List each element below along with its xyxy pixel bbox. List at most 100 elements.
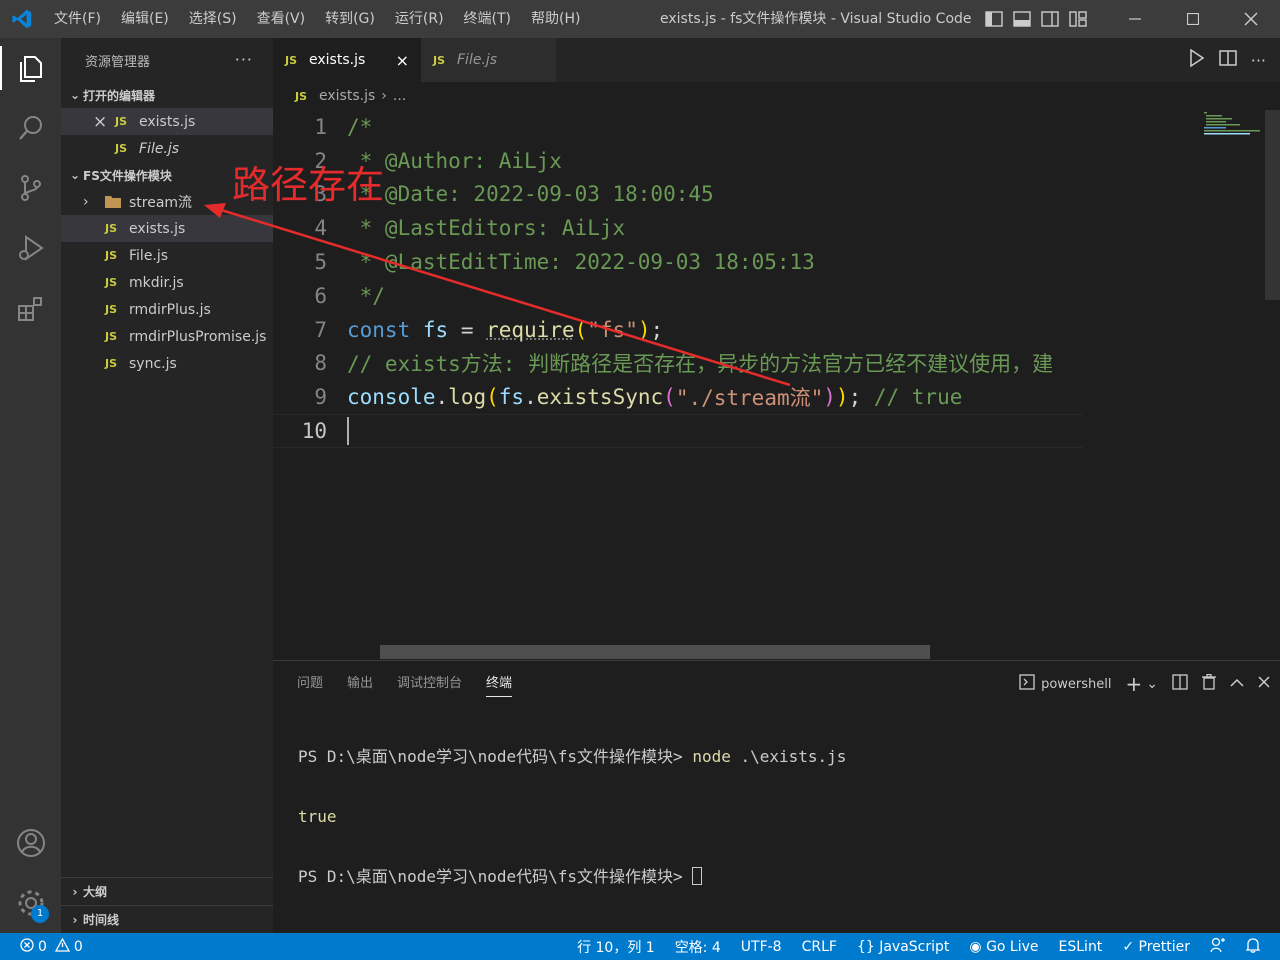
close-panel-icon[interactable] [1258, 676, 1270, 692]
scrollbar-thumb[interactable] [1265, 110, 1280, 300]
tree-file-file[interactable]: JS File.js [61, 242, 273, 269]
menu-file[interactable]: 文件(F) [44, 0, 111, 38]
end-of-line[interactable]: CRLF [802, 939, 837, 955]
more-actions-icon[interactable]: ··· [1251, 51, 1266, 70]
language-mode[interactable]: {} JavaScript [857, 939, 949, 955]
code-comment: // true [873, 385, 963, 410]
terminal-cursor [692, 867, 703, 885]
run-debug-icon[interactable] [0, 218, 61, 278]
problems-status[interactable]: 0 0 [0, 937, 83, 956]
customize-layout-icon[interactable] [1064, 0, 1092, 38]
check-icon: ✓ [1122, 938, 1139, 955]
timeline-section[interactable]: › 时间线 [61, 905, 273, 933]
tab-file[interactable]: JS File.js [421, 38, 557, 82]
settings-gear-icon[interactable]: 1 [0, 873, 61, 933]
tree-file-sync[interactable]: JS sync.js [61, 350, 273, 377]
terminal-shell-icon [1019, 674, 1035, 694]
js-file-icon: JS [105, 330, 118, 343]
warning-icon [54, 937, 71, 956]
code-line: 6 */ [273, 279, 1280, 313]
tree-file-exists[interactable]: JS exists.js [61, 215, 273, 242]
toggle-panel-icon[interactable] [1008, 0, 1036, 38]
tree-file-mkdir[interactable]: JS mkdir.js [61, 269, 273, 296]
trash-icon[interactable] [1202, 674, 1216, 694]
tab-debug-console[interactable]: 调试控制台 [385, 661, 474, 707]
window-title: exists.js - fs文件操作模块 - Visual Studio Cod… [660, 11, 972, 27]
tab-output[interactable]: 输出 [335, 661, 385, 707]
tree-item-label: stream流 [129, 194, 193, 211]
code-editor[interactable]: 1 /* 2 * @Author: AiLjx 3 * @Date: 2022-… [273, 110, 1280, 448]
close-window-icon[interactable] [1222, 0, 1280, 38]
tree-file-rmdirpluspromise[interactable]: JS rmdirPlusPromise.js [61, 323, 273, 350]
settings-update-badge: 1 [31, 905, 49, 923]
bottom-panel: 问题 输出 调试控制台 终端 powershell + ⌄ PS D:\桌面\n… [273, 660, 1280, 933]
menu-view[interactable]: 查看(V) [247, 0, 316, 38]
explorer-title: 资源管理器 [85, 54, 151, 70]
indentation[interactable]: 空格: 4 [675, 937, 721, 957]
tab-exists[interactable]: JS exists.js × [273, 38, 421, 82]
tree-file-rmdirplus[interactable]: JS rmdirPlus.js [61, 296, 273, 323]
run-icon[interactable] [1189, 48, 1205, 71]
timeline-title: 时间线 [83, 913, 120, 927]
breadcrumb-more[interactable]: ... [393, 88, 406, 104]
menu-go[interactable]: 转到(G) [315, 0, 385, 38]
chevron-down-icon[interactable]: ⌄ [1146, 676, 1158, 692]
cursor-position[interactable]: 行 10，列 1 [577, 937, 655, 957]
feedback-icon[interactable] [1210, 937, 1226, 957]
prettier-label: Prettier [1138, 938, 1191, 955]
go-live-button[interactable]: ◉ Go Live [969, 939, 1038, 955]
menu-terminal[interactable]: 终端(T) [454, 0, 521, 38]
line-number: 8 [314, 351, 327, 376]
maximize-panel-icon[interactable] [1230, 676, 1244, 692]
language-label: JavaScript [879, 938, 950, 955]
tree-item-label: sync.js [129, 355, 177, 372]
encoding[interactable]: UTF-8 [741, 939, 782, 955]
open-editor-exists[interactable]: × JS exists.js [61, 108, 273, 135]
code-variable: fs [498, 385, 525, 410]
new-terminal-icon[interactable]: + [1126, 672, 1143, 696]
outline-section[interactable]: › 大纲 [61, 877, 273, 905]
prettier-status[interactable]: ✓ Prettier [1122, 939, 1190, 955]
notifications-bell-icon[interactable] [1245, 937, 1261, 957]
extensions-icon[interactable] [0, 278, 61, 338]
open-editors-section[interactable]: ⌄ 打开的编辑器 [61, 82, 273, 108]
menu-run[interactable]: 运行(R) [385, 0, 454, 38]
terminal-output[interactable]: PS D:\桌面\node学习\node代码\fs文件操作模块> node .\… [273, 707, 1280, 927]
terminal-shell-name[interactable]: powershell [1041, 677, 1111, 692]
toggle-sidebar-icon[interactable] [980, 0, 1008, 38]
search-icon[interactable] [0, 98, 61, 158]
code-operator: = [448, 317, 487, 342]
menu-help[interactable]: 帮助(H) [521, 0, 590, 38]
code-line: 4 * @LastEditors: AiLjx [273, 211, 1280, 245]
code-text: * @LastEditors: AiLjx [347, 216, 626, 241]
menu-edit[interactable]: 编辑(E) [111, 0, 179, 38]
code-line: 3 * @Date: 2022-09-03 18:00:45 [273, 178, 1280, 212]
maximize-icon[interactable] [1164, 0, 1222, 38]
terminal-line: true [298, 807, 1280, 827]
close-icon[interactable]: × [396, 51, 409, 70]
code-comment: // exists方法: 判断路径是否存在，异步的方法官方已经不建议使用，建 [347, 352, 1054, 377]
more-actions-icon[interactable]: ··· [235, 50, 253, 69]
split-terminal-icon[interactable] [1172, 674, 1188, 694]
eslint-status[interactable]: ESLint [1059, 939, 1103, 955]
close-icon[interactable]: × [93, 112, 115, 132]
menu-selection[interactable]: 选择(S) [179, 0, 247, 38]
split-editor-icon[interactable] [1218, 50, 1237, 70]
source-control-icon[interactable] [0, 158, 61, 218]
tab-problems[interactable]: 问题 [285, 661, 335, 707]
code-function: existsSync [536, 385, 664, 410]
horizontal-scrollbar[interactable] [380, 645, 930, 659]
js-file-icon: JS [115, 142, 128, 155]
breadcrumb-file[interactable]: exists.js [319, 88, 375, 104]
toggle-secondary-sidebar-icon[interactable] [1036, 0, 1064, 38]
vertical-scrollbar[interactable] [1265, 110, 1280, 660]
tab-label: File.js [457, 52, 498, 68]
minimize-icon[interactable] [1106, 0, 1164, 38]
account-icon[interactable] [0, 813, 61, 873]
explorer-icon[interactable] [0, 38, 61, 98]
minimap[interactable] [1202, 110, 1264, 660]
code-line: 1 /* [273, 110, 1280, 144]
braces-icon: {} [856, 938, 880, 955]
code-line-current: 10 [273, 414, 1083, 448]
tab-terminal[interactable]: 终端 [474, 661, 524, 707]
